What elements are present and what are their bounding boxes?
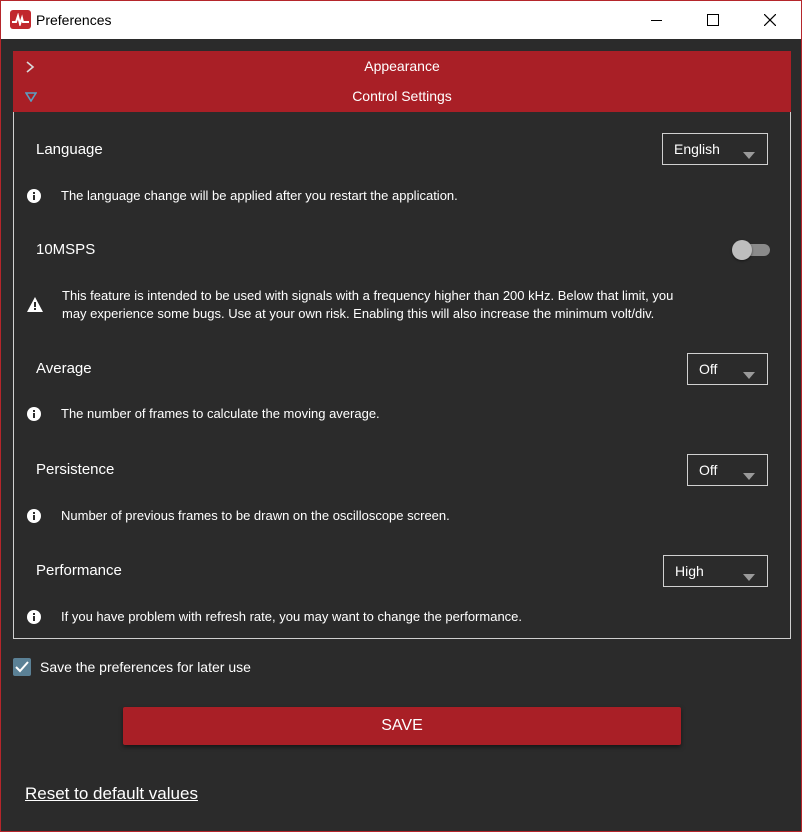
info-icon	[27, 407, 41, 421]
minimize-icon	[650, 19, 662, 21]
accordion-control-settings[interactable]: Control Settings	[13, 81, 791, 112]
msps-warning-line-2: may experience some bugs. Use at your ow…	[62, 306, 655, 321]
title-bar[interactable]: Preferences	[1, 1, 801, 39]
reset-defaults-link[interactable]: Reset to default values	[25, 784, 198, 804]
checkmark-icon	[15, 661, 29, 673]
chevron-right-icon	[25, 51, 35, 82]
accordion-appearance-label: Appearance	[364, 58, 440, 74]
language-select[interactable]: English	[662, 133, 768, 165]
preferences-window: Preferences Appearance Control Settings	[0, 0, 802, 832]
performance-label: Performance	[36, 562, 122, 579]
performance-select[interactable]: High	[663, 555, 768, 587]
accordion-appearance[interactable]: Appearance	[13, 51, 791, 82]
maximize-button[interactable]	[690, 1, 736, 39]
close-icon	[764, 14, 776, 26]
persistence-select[interactable]: Off	[687, 454, 768, 486]
performance-select-value: High	[675, 563, 704, 579]
save-preferences-row[interactable]: Save the preferences for later use	[13, 658, 251, 676]
minimize-button[interactable]	[633, 1, 679, 39]
persistence-label: Persistence	[36, 461, 115, 478]
chevron-down-icon	[743, 467, 755, 483]
chevron-down-icon	[25, 81, 37, 112]
accordion-control-settings-label: Control Settings	[352, 88, 452, 104]
msps-toggle-thumb	[732, 240, 752, 260]
warning-icon	[27, 297, 43, 312]
persistence-info-text: Number of previous frames to be drawn on…	[61, 508, 450, 523]
chevron-down-icon	[743, 568, 755, 584]
msps-warning-line-1: This feature is intended to be used with…	[62, 288, 674, 303]
save-preferences-label: Save the preferences for later use	[40, 659, 251, 675]
control-settings-panel: Language English The language change wil…	[13, 112, 791, 639]
window-title: Preferences	[36, 12, 112, 28]
language-select-value: English	[674, 141, 720, 157]
close-button[interactable]	[747, 1, 793, 39]
average-info-text: The number of frames to calculate the mo…	[61, 406, 380, 421]
average-select[interactable]: Off	[687, 353, 768, 385]
info-icon	[27, 610, 41, 624]
oscilloscope-logo-icon	[10, 10, 31, 29]
maximize-icon	[707, 14, 719, 26]
persistence-select-value: Off	[699, 462, 718, 478]
average-select-value: Off	[699, 361, 718, 377]
average-label: Average	[36, 360, 92, 377]
info-icon	[27, 509, 41, 523]
msps-toggle[interactable]	[732, 240, 772, 260]
chevron-down-icon	[743, 366, 755, 382]
msps-label: 10MSPS	[36, 241, 96, 258]
persistence-info: Number of previous frames to be drawn on…	[27, 507, 450, 525]
performance-info-text: If you have problem with refresh rate, y…	[61, 609, 523, 624]
language-label: Language	[36, 141, 103, 158]
chevron-down-icon	[743, 146, 755, 162]
info-icon	[27, 189, 41, 203]
msps-warning: This feature is intended to be used with…	[27, 287, 673, 323]
average-info: The number of frames to calculate the mo…	[27, 405, 380, 423]
msps-warning-text: This feature is intended to be used with…	[62, 287, 673, 323]
language-info-text: The language change will be applied afte…	[61, 188, 458, 203]
save-preferences-checkbox[interactable]	[13, 658, 31, 676]
performance-info: If you have problem with refresh rate, y…	[27, 608, 522, 626]
preferences-content: Appearance Control Settings Language Eng…	[1, 39, 801, 831]
save-button[interactable]: SAVE	[123, 707, 681, 745]
language-info: The language change will be applied afte…	[27, 187, 458, 205]
